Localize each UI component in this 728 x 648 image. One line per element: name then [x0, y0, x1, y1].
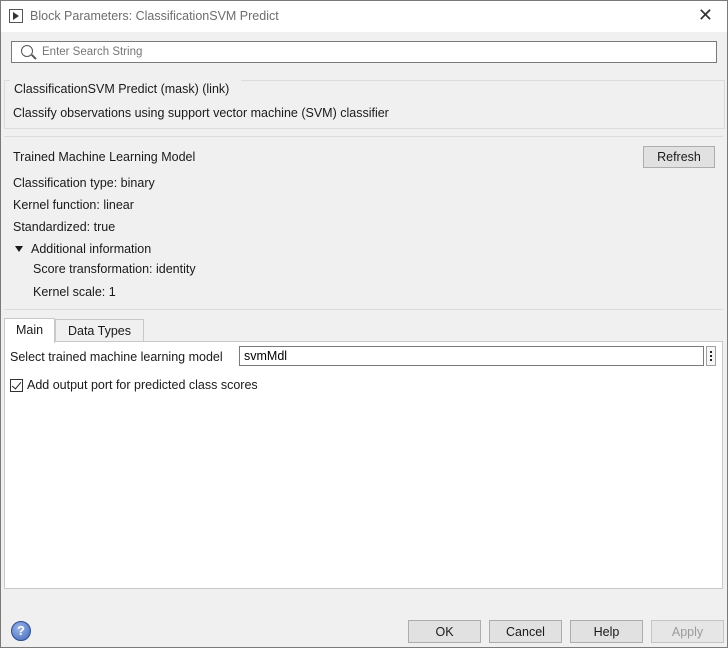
search-box[interactable]: [11, 41, 717, 63]
score-transformation: Score transformation: identity: [33, 262, 196, 276]
tab-main[interactable]: Main: [4, 318, 55, 343]
close-icon[interactable]: ✕: [698, 5, 713, 26]
model-select-label: Select trained machine learning model: [10, 350, 223, 364]
cancel-button[interactable]: Cancel: [489, 620, 562, 643]
model-info-panel: Trained Machine Learning Model Classific…: [4, 136, 723, 310]
refresh-button[interactable]: Refresh: [643, 146, 715, 168]
title-bar: Block Parameters: ClassificationSVM Pred…: [1, 1, 727, 32]
ellipsis-vertical-icon[interactable]: [706, 346, 716, 366]
search-icon: [21, 45, 33, 57]
ok-button[interactable]: OK: [408, 620, 481, 643]
block-parameters-dialog: Block Parameters: ClassificationSVM Pred…: [0, 0, 728, 648]
help-button[interactable]: Help: [570, 620, 643, 643]
additional-info-toggle[interactable]: Additional information: [31, 242, 151, 256]
group-border: [241, 80, 724, 81]
kernel-function: Kernel function: linear: [13, 198, 134, 212]
block-description: Classify observations using support vect…: [13, 106, 389, 120]
scores-checkbox-label[interactable]: Add output port for predicted class scor…: [27, 378, 258, 392]
main-tab-panel: Select trained machine learning model Ad…: [4, 341, 723, 589]
tab-data-types[interactable]: Data Types: [55, 319, 144, 341]
kernel-scale: Kernel scale: 1: [33, 285, 116, 299]
model-info-heading: Trained Machine Learning Model: [13, 150, 196, 164]
scores-checkbox[interactable]: [10, 379, 23, 392]
standardized: Standardized: true: [13, 220, 116, 234]
classification-type: Classification type: binary: [13, 176, 155, 190]
help-icon[interactable]: ?: [11, 621, 31, 641]
app-icon: [9, 9, 23, 23]
apply-button[interactable]: Apply: [651, 620, 724, 643]
triangle-down-icon[interactable]: [13, 242, 27, 256]
block-mask-title: ClassificationSVM Predict (mask) (link): [14, 82, 230, 96]
group-border: [5, 80, 10, 81]
window-title: Block Parameters: ClassificationSVM Pred…: [30, 9, 279, 23]
search-input[interactable]: [42, 44, 702, 60]
model-input[interactable]: [239, 346, 704, 366]
